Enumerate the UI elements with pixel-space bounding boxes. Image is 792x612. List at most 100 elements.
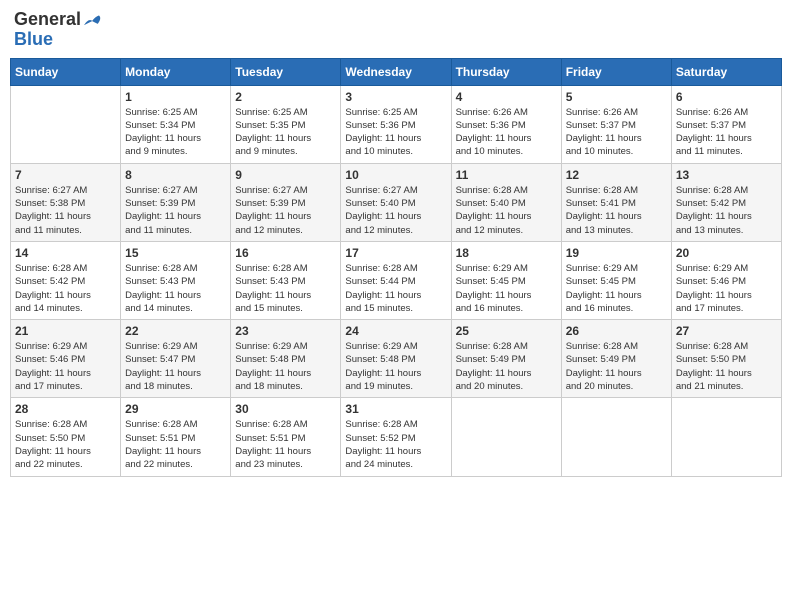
day-info: Sunrise: 6:28 AMSunset: 5:40 PMDaylight:… — [456, 184, 557, 237]
day-info: Sunrise: 6:27 AMSunset: 5:39 PMDaylight:… — [125, 184, 226, 237]
day-number: 19 — [566, 246, 667, 260]
day-info: Sunrise: 6:29 AMSunset: 5:46 PMDaylight:… — [676, 262, 777, 315]
week-row-5: 28Sunrise: 6:28 AMSunset: 5:50 PMDayligh… — [11, 398, 782, 476]
day-number: 3 — [345, 90, 446, 104]
day-number: 1 — [125, 90, 226, 104]
day-info: Sunrise: 6:29 AMSunset: 5:47 PMDaylight:… — [125, 340, 226, 393]
header-saturday: Saturday — [671, 58, 781, 85]
logo-general-text: General — [14, 9, 81, 29]
day-number: 27 — [676, 324, 777, 338]
day-number: 16 — [235, 246, 336, 260]
day-info: Sunrise: 6:28 AMSunset: 5:50 PMDaylight:… — [676, 340, 777, 393]
day-number: 5 — [566, 90, 667, 104]
week-row-2: 7 Sunrise: 6:27 AMSunset: 5:38 PMDaylight… — [11, 163, 782, 241]
day-info: Sunrise: 6:26 AMSunset: 5:37 PMDaylight:… — [676, 106, 777, 159]
week-row-1: 1 Sunrise: 6:25 AMSunset: 5:34 PMDaylight… — [11, 85, 782, 163]
day-info: Sunrise: 6:29 AMSunset: 5:48 PMDaylight:… — [345, 340, 446, 393]
calendar-cell — [451, 398, 561, 476]
day-info: Sunrise: 6:25 AMSunset: 5:34 PMDaylight:… — [125, 106, 226, 159]
calendar-body: 1 Sunrise: 6:25 AMSunset: 5:34 PMDaylight… — [11, 85, 782, 476]
calendar-cell: 15Sunrise: 6:28 AMSunset: 5:43 PMDayligh… — [121, 241, 231, 319]
calendar-cell: 19 Sunrise: 6:29 AMSunset: 5:45 PMDayligh… — [561, 241, 671, 319]
day-number: 24 — [345, 324, 446, 338]
day-number: 14 — [15, 246, 116, 260]
calendar-cell — [671, 398, 781, 476]
calendar-cell: 8 Sunrise: 6:27 AMSunset: 5:39 PMDaylight… — [121, 163, 231, 241]
calendar-cell: 2 Sunrise: 6:25 AMSunset: 5:35 PMDaylight… — [231, 85, 341, 163]
day-info: Sunrise: 6:29 AMSunset: 5:48 PMDaylight:… — [235, 340, 336, 393]
day-number: 13 — [676, 168, 777, 182]
day-number: 11 — [456, 168, 557, 182]
day-info: Sunrise: 6:28 AMSunset: 5:49 PMDaylight:… — [456, 340, 557, 393]
calendar-cell: 24 Sunrise: 6:29 AMSunset: 5:48 PMDayligh… — [341, 320, 451, 398]
day-info: Sunrise: 6:28 AMSunset: 5:52 PMDaylight:… — [345, 418, 446, 471]
day-info: Sunrise: 6:28 AMSunset: 5:50 PMDaylight:… — [15, 418, 116, 471]
day-info: Sunrise: 6:29 AMSunset: 5:45 PMDaylight:… — [566, 262, 667, 315]
calendar-cell: 18 Sunrise: 6:29 AMSunset: 5:45 PMDayligh… — [451, 241, 561, 319]
calendar-cell: 5Sunrise: 6:26 AMSunset: 5:37 PMDaylight… — [561, 85, 671, 163]
day-info: Sunrise: 6:27 AMSunset: 5:40 PMDaylight:… — [345, 184, 446, 237]
calendar-cell: 20 Sunrise: 6:29 AMSunset: 5:46 PMDayligh… — [671, 241, 781, 319]
day-number: 29 — [125, 402, 226, 416]
days-of-week-row: SundayMondayTuesdayWednesdayThursdayFrid… — [11, 58, 782, 85]
week-row-4: 21Sunrise: 6:29 AMSunset: 5:46 PMDayligh… — [11, 320, 782, 398]
day-number: 30 — [235, 402, 336, 416]
calendar-cell: 1 Sunrise: 6:25 AMSunset: 5:34 PMDaylight… — [121, 85, 231, 163]
calendar-cell: 21Sunrise: 6:29 AMSunset: 5:46 PMDayligh… — [11, 320, 121, 398]
header-tuesday: Tuesday — [231, 58, 341, 85]
calendar-cell: 7 Sunrise: 6:27 AMSunset: 5:38 PMDaylight… — [11, 163, 121, 241]
day-info: Sunrise: 6:29 AMSunset: 5:45 PMDaylight:… — [456, 262, 557, 315]
day-info: Sunrise: 6:26 AMSunset: 5:36 PMDaylight:… — [456, 106, 557, 159]
day-number: 20 — [676, 246, 777, 260]
logo: General Blue — [14, 10, 103, 50]
calendar-cell: 10 Sunrise: 6:27 AMSunset: 5:40 PMDayligh… — [341, 163, 451, 241]
calendar-cell: 16 Sunrise: 6:28 AMSunset: 5:43 PMDayligh… — [231, 241, 341, 319]
calendar-cell: 12 Sunrise: 6:28 AMSunset: 5:41 PMDayligh… — [561, 163, 671, 241]
week-row-3: 14Sunrise: 6:28 AMSunset: 5:42 PMDayligh… — [11, 241, 782, 319]
calendar-cell: 17 Sunrise: 6:28 AMSunset: 5:44 PMDayligh… — [341, 241, 451, 319]
header-thursday: Thursday — [451, 58, 561, 85]
day-number: 22 — [125, 324, 226, 338]
calendar-cell — [11, 85, 121, 163]
calendar-cell: 22 Sunrise: 6:29 AMSunset: 5:47 PMDayligh… — [121, 320, 231, 398]
day-number: 23 — [235, 324, 336, 338]
day-info: Sunrise: 6:25 AMSunset: 5:35 PMDaylight:… — [235, 106, 336, 159]
calendar-cell: 23 Sunrise: 6:29 AMSunset: 5:48 PMDayligh… — [231, 320, 341, 398]
calendar-table: SundayMondayTuesdayWednesdayThursdayFrid… — [10, 58, 782, 477]
day-info: Sunrise: 6:27 AMSunset: 5:38 PMDaylight:… — [15, 184, 116, 237]
day-number: 26 — [566, 324, 667, 338]
day-info: Sunrise: 6:25 AMSunset: 5:36 PMDaylight:… — [345, 106, 446, 159]
calendar-cell: 25 Sunrise: 6:28 AMSunset: 5:49 PMDayligh… — [451, 320, 561, 398]
day-number: 18 — [456, 246, 557, 260]
calendar-cell: 11 Sunrise: 6:28 AMSunset: 5:40 PMDayligh… — [451, 163, 561, 241]
logo-blue-text: Blue — [14, 29, 53, 49]
header-friday: Friday — [561, 58, 671, 85]
day-info: Sunrise: 6:28 AMSunset: 5:49 PMDaylight:… — [566, 340, 667, 393]
day-number: 12 — [566, 168, 667, 182]
day-number: 2 — [235, 90, 336, 104]
day-number: 6 — [676, 90, 777, 104]
calendar-cell: 6 Sunrise: 6:26 AMSunset: 5:37 PMDaylight… — [671, 85, 781, 163]
day-info: Sunrise: 6:28 AMSunset: 5:44 PMDaylight:… — [345, 262, 446, 315]
day-number: 15 — [125, 246, 226, 260]
calendar-cell: 30Sunrise: 6:28 AMSunset: 5:51 PMDayligh… — [231, 398, 341, 476]
day-info: Sunrise: 6:28 AMSunset: 5:43 PMDaylight:… — [235, 262, 336, 315]
header-sunday: Sunday — [11, 58, 121, 85]
header-wednesday: Wednesday — [341, 58, 451, 85]
day-info: Sunrise: 6:29 AMSunset: 5:46 PMDaylight:… — [15, 340, 116, 393]
day-number: 8 — [125, 168, 226, 182]
calendar-cell — [561, 398, 671, 476]
day-info: Sunrise: 6:28 AMSunset: 5:51 PMDaylight:… — [125, 418, 226, 471]
calendar-cell: 13Sunrise: 6:28 AMSunset: 5:42 PMDayligh… — [671, 163, 781, 241]
logo-bird-icon — [83, 13, 103, 29]
calendar-cell: 4Sunrise: 6:26 AMSunset: 5:36 PMDaylight… — [451, 85, 561, 163]
day-number: 17 — [345, 246, 446, 260]
calendar-cell: 3 Sunrise: 6:25 AMSunset: 5:36 PMDaylight… — [341, 85, 451, 163]
day-number: 10 — [345, 168, 446, 182]
calendar-cell: 9Sunrise: 6:27 AMSunset: 5:39 PMDaylight… — [231, 163, 341, 241]
calendar-cell: 26 Sunrise: 6:28 AMSunset: 5:49 PMDayligh… — [561, 320, 671, 398]
day-number: 7 — [15, 168, 116, 182]
day-number: 25 — [456, 324, 557, 338]
calendar-cell: 29 Sunrise: 6:28 AMSunset: 5:51 PMDayligh… — [121, 398, 231, 476]
day-info: Sunrise: 6:28 AMSunset: 5:41 PMDaylight:… — [566, 184, 667, 237]
